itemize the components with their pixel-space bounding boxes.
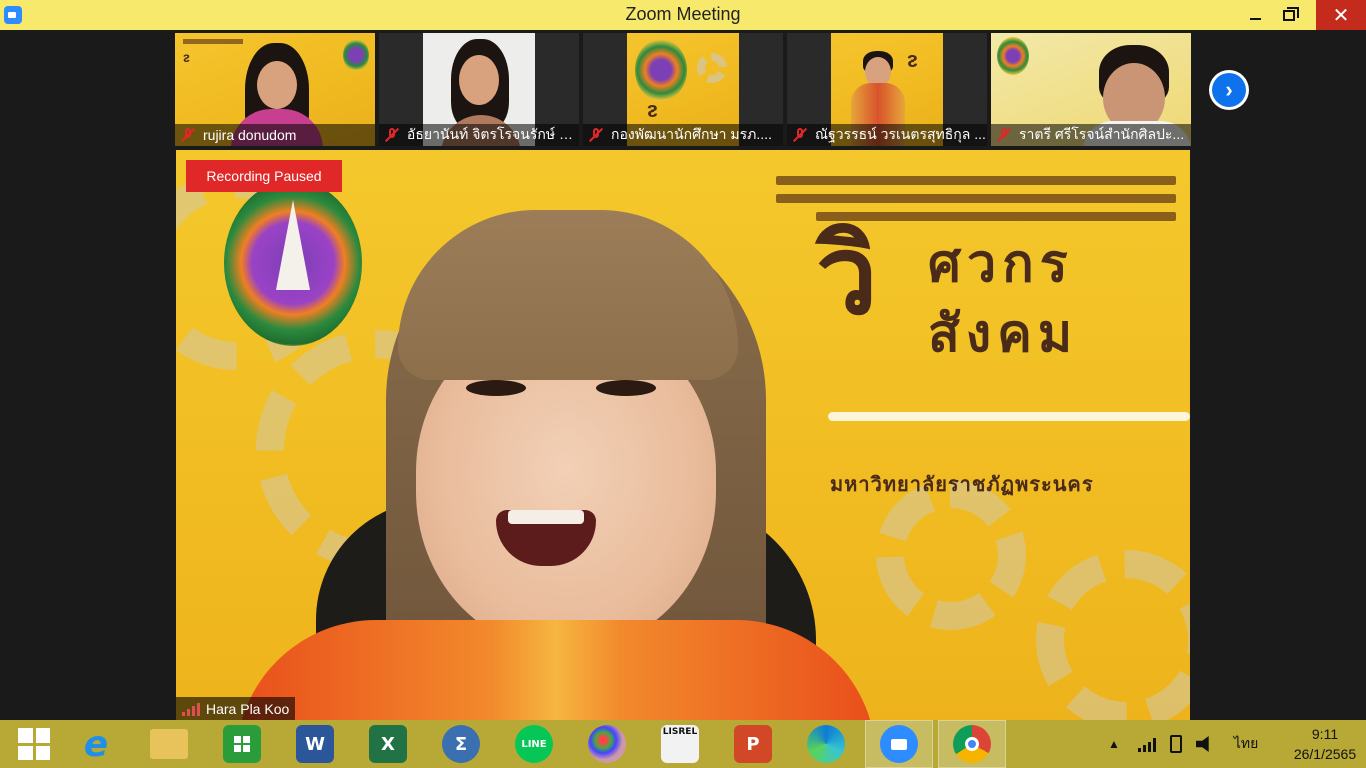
signal-strength-icon: [182, 702, 200, 716]
participant-namebar: ราตรี ศรีโรจน์สำนักศิลปะ...: [991, 124, 1191, 146]
lisrel-icon: LISREL: [661, 725, 699, 763]
taskbar-edge[interactable]: [792, 720, 860, 768]
restore-icon: [1283, 6, 1299, 21]
mic-muted-icon: [384, 127, 400, 143]
university-emblem: [224, 180, 362, 346]
minimize-icon: [1249, 18, 1261, 20]
mic-muted-icon: [996, 127, 1012, 143]
participant-namebar: กองพัฒนานักศึกษา มรภ....: [583, 124, 783, 146]
speaker-name: Hara Pla Koo: [206, 700, 290, 717]
participant-name: rujira donudom: [203, 127, 297, 143]
math-icon: Σ: [442, 725, 480, 763]
participant-tile-5[interactable]: ราตรี ศรีโรจน์สำนักศิลปะ...: [991, 33, 1191, 146]
powerpoint-icon: P: [734, 725, 772, 763]
start-button[interactable]: [0, 720, 68, 768]
speaker-dress: [236, 620, 876, 720]
background-divider: [828, 412, 1190, 421]
edge-icon: [807, 725, 845, 763]
taskbar-chrome[interactable]: [938, 720, 1006, 768]
participant-name: ราตรี ศรีโรจน์สำนักศิลปะ...: [1019, 126, 1185, 142]
meeting-area: ᴤ rujira donudom อัธยานันท์ จิตรโรจนรักษ…: [0, 30, 1366, 720]
speaker-eye: [596, 380, 656, 396]
taskbar-math-input[interactable]: Σ: [427, 720, 495, 768]
participant-tile-3[interactable]: ᴤ กองพัฒนานักศึกษา มรภ....: [583, 33, 783, 146]
close-icon: ✕: [1332, 4, 1350, 27]
network-icon[interactable]: [1137, 736, 1156, 752]
participant-tile-4[interactable]: ᴤ ณัฐวรรธน์ วรเนตรสุทธิกุล ...: [787, 33, 987, 146]
taskbar-internet-explorer[interactable]: e: [62, 720, 130, 768]
line-icon: LINE: [515, 725, 553, 763]
chrome-icon: [953, 725, 991, 763]
taskbar-excel[interactable]: X: [354, 720, 422, 768]
chevron-right-icon: ›: [1212, 73, 1246, 107]
taskbar-word[interactable]: W: [281, 720, 349, 768]
gear-decoration: [1036, 550, 1190, 720]
participant-namebar: rujira donudom: [175, 124, 375, 146]
excel-icon: X: [369, 725, 407, 763]
participant-namebar: ณัฐวรรธน์ วรเนตรสุทธิกุล ...: [787, 124, 987, 146]
recording-status-badge[interactable]: Recording Paused: [186, 160, 342, 192]
input-language-indicator[interactable]: ไทย: [1234, 733, 1258, 755]
taskbar-lisrel[interactable]: LISREL: [646, 720, 714, 768]
participant-name: ณัฐวรรธน์ วรเนตรสุทธิกุล ...: [815, 126, 986, 142]
speaker-bangs: [398, 210, 738, 380]
maximize-button[interactable]: [1266, 0, 1312, 30]
clock-date: 26/1/2565: [1293, 746, 1357, 762]
system-tray: ▲ ไทย: [1108, 720, 1258, 768]
folder-icon: [150, 729, 188, 759]
taskbar-store[interactable]: [208, 720, 276, 768]
taskbar-line[interactable]: LINE: [500, 720, 568, 768]
speaker-teeth: [508, 510, 584, 524]
active-speaker-video[interactable]: วิ ศวกร สังคม มหาวิทยาลัยราชภัฏพระนคร Re…: [176, 150, 1190, 720]
taskbar-file-explorer[interactable]: [135, 720, 203, 768]
gallery-next-button[interactable]: ›: [1209, 70, 1249, 110]
show-hidden-icons-icon[interactable]: ▲: [1108, 737, 1120, 751]
battery-icon[interactable]: [1169, 735, 1182, 753]
windows-logo-icon: [18, 728, 50, 760]
taskbar-powerpoint[interactable]: P: [719, 720, 787, 768]
volume-muted-icon[interactable]: [1195, 736, 1209, 752]
participant-name: อัธยานันท์ จิตรโรจนรักษ์ ค...: [406, 126, 579, 142]
clock-time: 9:11: [1311, 726, 1339, 742]
participant-tile-2[interactable]: อัธยานันท์ จิตรโรจนรักษ์ ค...: [379, 33, 579, 146]
mic-muted-icon: [792, 127, 808, 143]
mic-muted-icon: [180, 127, 196, 143]
paint-icon: [588, 725, 626, 763]
close-button[interactable]: ✕: [1316, 0, 1366, 30]
taskbar-paint[interactable]: [573, 720, 641, 768]
word-icon: W: [296, 725, 334, 763]
ie-icon: e: [83, 723, 109, 765]
mic-muted-icon: [588, 127, 604, 143]
participant-tile-1[interactable]: ᴤ rujira donudom: [175, 33, 375, 146]
system-clock[interactable]: 9:11 26/1/2565: [1290, 724, 1360, 764]
gear-decoration: [876, 480, 1026, 630]
participant-name: กองพัฒนานักศึกษา มรภ....: [611, 126, 772, 142]
speaker-namebar: Hara Pla Koo: [176, 697, 296, 720]
window-title: Zoom Meeting: [625, 4, 741, 24]
store-icon: [223, 725, 261, 763]
zoom-icon: [880, 725, 918, 763]
title-bar: Zoom Meeting ✕: [0, 0, 1366, 30]
taskbar-zoom[interactable]: [865, 720, 933, 768]
taskbar: e W X Σ LINE LISREL P ▲ ไทย 9:11 26/1/25…: [0, 720, 1366, 768]
participant-namebar: อัธยานันท์ จิตรโรจนรักษ์ ค...: [379, 124, 579, 146]
speaker-eye: [466, 380, 526, 396]
